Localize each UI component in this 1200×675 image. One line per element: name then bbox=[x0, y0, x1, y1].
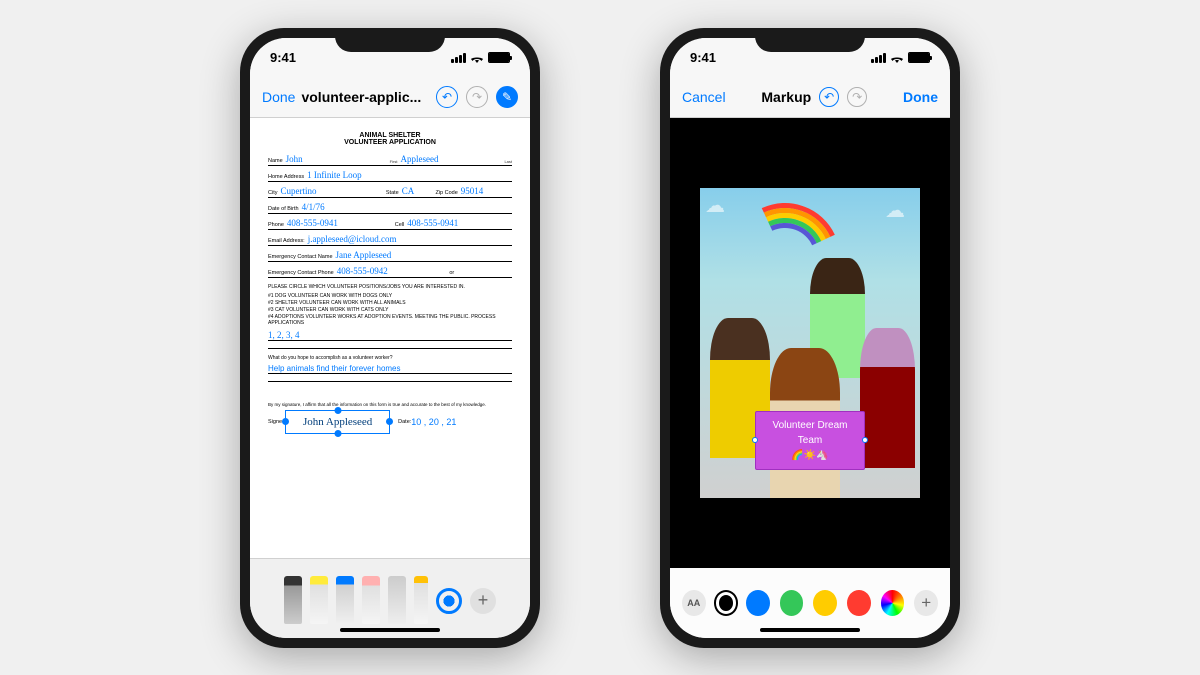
pen-tool[interactable] bbox=[284, 576, 302, 624]
done-button[interactable]: Done bbox=[262, 89, 295, 105]
home-indicator[interactable] bbox=[760, 628, 860, 632]
color-black[interactable] bbox=[716, 592, 737, 614]
highlighter-tool[interactable] bbox=[310, 576, 328, 624]
redo-icon: ↷ bbox=[466, 86, 488, 108]
name-row: Name John First Appleseed Last bbox=[268, 154, 512, 166]
accomplish-a: Help animals find their forever homes bbox=[268, 364, 512, 374]
add-button[interactable]: + bbox=[470, 588, 496, 614]
done-button[interactable]: Done bbox=[903, 89, 938, 105]
phone-left: 9:41 Done volunteer-applic... ↶ ↷ ✎ ANIM… bbox=[240, 28, 540, 648]
address-row: Home Address 1 Infinite Loop bbox=[268, 170, 512, 182]
email-row: Email Address: j.appleseed@icloud.com bbox=[268, 234, 512, 246]
battery-icon bbox=[488, 52, 510, 63]
emerg-phone-row: Emergency Contact Phone 408-555-0942 or bbox=[268, 266, 512, 278]
document-canvas[interactable]: ANIMAL SHELTER VOLUNTEER APPLICATION Nam… bbox=[250, 118, 530, 558]
color-blue[interactable] bbox=[746, 590, 770, 616]
notch bbox=[755, 28, 865, 52]
signature: John Appleseed bbox=[303, 416, 372, 428]
phone-row: Phone 408-555-0941 Cell 408-555-0941 bbox=[268, 218, 512, 230]
nav-bar: Done volunteer-applic... ↶ ↷ ✎ bbox=[250, 78, 530, 118]
color-yellow[interactable] bbox=[813, 590, 837, 616]
text-annotation[interactable]: Volunteer Dream Team 🌈☀️🦄 bbox=[755, 411, 865, 470]
nav-bar: Cancel Markup ↶ ↷ Done bbox=[670, 78, 950, 118]
markup-title: Markup bbox=[761, 89, 811, 105]
color-picker-button[interactable] bbox=[881, 590, 905, 616]
notch bbox=[335, 28, 445, 52]
color-picker-button[interactable] bbox=[436, 588, 462, 614]
color-red[interactable] bbox=[847, 590, 871, 616]
markup-toolbar: + bbox=[250, 558, 530, 638]
city-row: City Cupertino State CA Zip Code 95014 bbox=[268, 186, 512, 198]
choices-value: 1, 2, 3, 4 bbox=[268, 330, 512, 341]
person bbox=[860, 328, 915, 468]
pencil-tool[interactable] bbox=[336, 576, 354, 624]
undo-icon[interactable]: ↶ bbox=[819, 87, 839, 107]
status-time: 9:41 bbox=[270, 50, 296, 65]
wifi-icon bbox=[470, 53, 484, 63]
doc-header: ANIMAL SHELTER VOLUNTEER APPLICATION bbox=[268, 132, 512, 146]
text-style-button[interactable]: AA bbox=[682, 590, 706, 616]
caption-line1: Volunteer Dream Team bbox=[770, 418, 850, 448]
accomplish-q: What do you hope to accomplish as a volu… bbox=[268, 355, 512, 361]
signature-selection[interactable]: John Appleseed bbox=[285, 410, 390, 434]
cancel-button[interactable]: Cancel bbox=[682, 89, 726, 105]
redo-icon: ↷ bbox=[847, 87, 867, 107]
eraser-tool[interactable] bbox=[362, 576, 380, 624]
caption-line2: 🌈☀️🦄 bbox=[770, 448, 850, 463]
signature-row: Signed John Appleseed Date: 10 , 20 , 21 bbox=[268, 410, 512, 434]
status-time: 9:41 bbox=[690, 50, 716, 65]
document-title: volunteer-applic... bbox=[301, 89, 421, 105]
ruler-tool[interactable] bbox=[414, 576, 428, 624]
phone-right: 9:41 Cancel Markup ↶ ↷ Done bbox=[660, 28, 960, 648]
lasso-tool[interactable] bbox=[388, 576, 406, 624]
dob-row: Date of Birth 4/1/76 bbox=[268, 202, 512, 214]
opt2: #2 SHELTER VOLUNTEER CAN WORK WITH ALL A… bbox=[268, 300, 512, 306]
signal-icon bbox=[871, 53, 886, 63]
photo-content: ☁ ☁ Volunteer Dream Team 🌈☀️🦄 bbox=[700, 188, 920, 498]
emerg-name-row: Emergency Contact Name Jane Appleseed bbox=[268, 250, 512, 262]
battery-icon bbox=[908, 52, 930, 63]
affirm-text: By my signature, I affirm that all the i… bbox=[268, 402, 512, 407]
sig-date: 10 , 20 , 21 bbox=[411, 417, 456, 427]
status-icons bbox=[451, 52, 510, 63]
cloud-drawing: ☁ bbox=[885, 198, 905, 223]
status-icons bbox=[871, 52, 930, 63]
markup-mode-icon[interactable]: ✎ bbox=[496, 86, 518, 108]
add-button[interactable]: + bbox=[914, 590, 938, 616]
circle-instruction: PLEASE CIRCLE WHICH VOLUNTEER POSITIONS/… bbox=[268, 284, 512, 290]
undo-icon[interactable]: ↶ bbox=[436, 86, 458, 108]
opt4: #4 ADOPTIONS VOLUNTEER WORKS AT ADOPTION… bbox=[268, 314, 512, 326]
signal-icon bbox=[451, 53, 466, 63]
photo-canvas[interactable]: ☁ ☁ Volunteer Dream Team 🌈☀️🦄 bbox=[670, 118, 950, 568]
cloud-drawing: ☁ bbox=[705, 193, 725, 218]
wifi-icon bbox=[890, 53, 904, 63]
opt3: #3 CAT VOLUNTEER CAN WORK WITH CATS ONLY bbox=[268, 307, 512, 313]
home-indicator[interactable] bbox=[340, 628, 440, 632]
screen-document-markup: 9:41 Done volunteer-applic... ↶ ↷ ✎ ANIM… bbox=[250, 38, 530, 638]
color-green[interactable] bbox=[780, 590, 804, 616]
screen-photo-markup: 9:41 Cancel Markup ↶ ↷ Done bbox=[670, 38, 950, 638]
opt1: #1 DOG VOLUNTEER CAN WORK WITH DOGS ONLY bbox=[268, 293, 512, 299]
